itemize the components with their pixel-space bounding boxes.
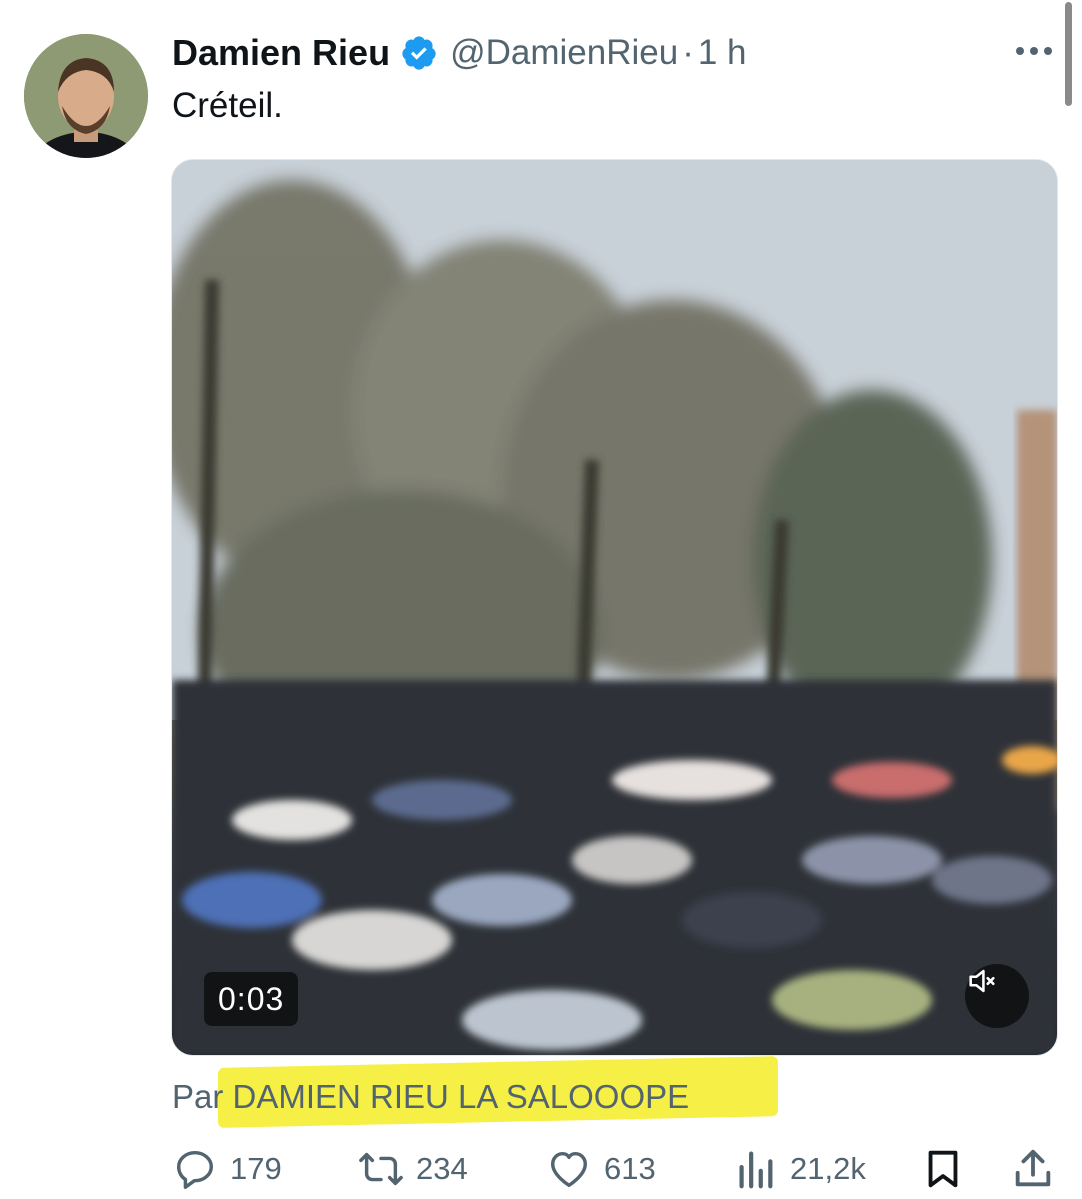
reply-icon <box>176 1150 214 1189</box>
views-button[interactable]: 21,2k <box>732 1146 866 1192</box>
like-count: 613 <box>604 1151 656 1186</box>
more-icon[interactable] <box>1012 36 1056 66</box>
author-name[interactable]: Damien Rieu <box>172 32 390 74</box>
post-time[interactable]: 1 h <box>698 33 747 73</box>
share-button[interactable] <box>1010 1146 1056 1192</box>
attribution-source[interactable]: DAMIEN RIEU LA SALOOOPE <box>233 1078 690 1115</box>
avatar[interactable] <box>24 34 148 158</box>
tweet-text: Créteil. <box>172 86 283 125</box>
repost-button[interactable]: 234 <box>358 1146 468 1192</box>
video-player[interactable]: 0:03 <box>171 159 1058 1056</box>
action-bar: 179 234 613 21,2k <box>172 1140 1056 1196</box>
mute-button[interactable] <box>965 964 1029 1028</box>
verified-badge-icon <box>402 36 436 70</box>
share-icon <box>1015 1149 1051 1187</box>
reply-button[interactable]: 179 <box>172 1146 282 1192</box>
views-count: 21,2k <box>790 1151 866 1186</box>
tweet-header: Damien Rieu @DamienRieu · 1 h <box>172 30 747 76</box>
scrollbar[interactable] <box>1065 2 1072 106</box>
video-frame <box>172 160 1057 1055</box>
volume-muted-icon <box>969 969 995 993</box>
views-icon <box>739 1151 773 1189</box>
heart-icon <box>550 1151 588 1188</box>
repost-count: 234 <box>416 1151 468 1186</box>
author-handle[interactable]: @DamienRieu <box>450 33 678 73</box>
reply-count: 179 <box>230 1151 282 1186</box>
separator: · <box>682 33 694 72</box>
like-button[interactable]: 613 <box>546 1146 656 1192</box>
attribution-prefix: Par <box>172 1078 224 1115</box>
bookmark-icon <box>928 1150 958 1188</box>
repost-icon <box>359 1152 403 1186</box>
video-timestamp: 0:03 <box>204 972 299 1026</box>
video-attribution: Par DAMIEN RIEU LA SALOOOPE <box>172 1078 689 1116</box>
bookmark-button[interactable] <box>920 1146 966 1192</box>
